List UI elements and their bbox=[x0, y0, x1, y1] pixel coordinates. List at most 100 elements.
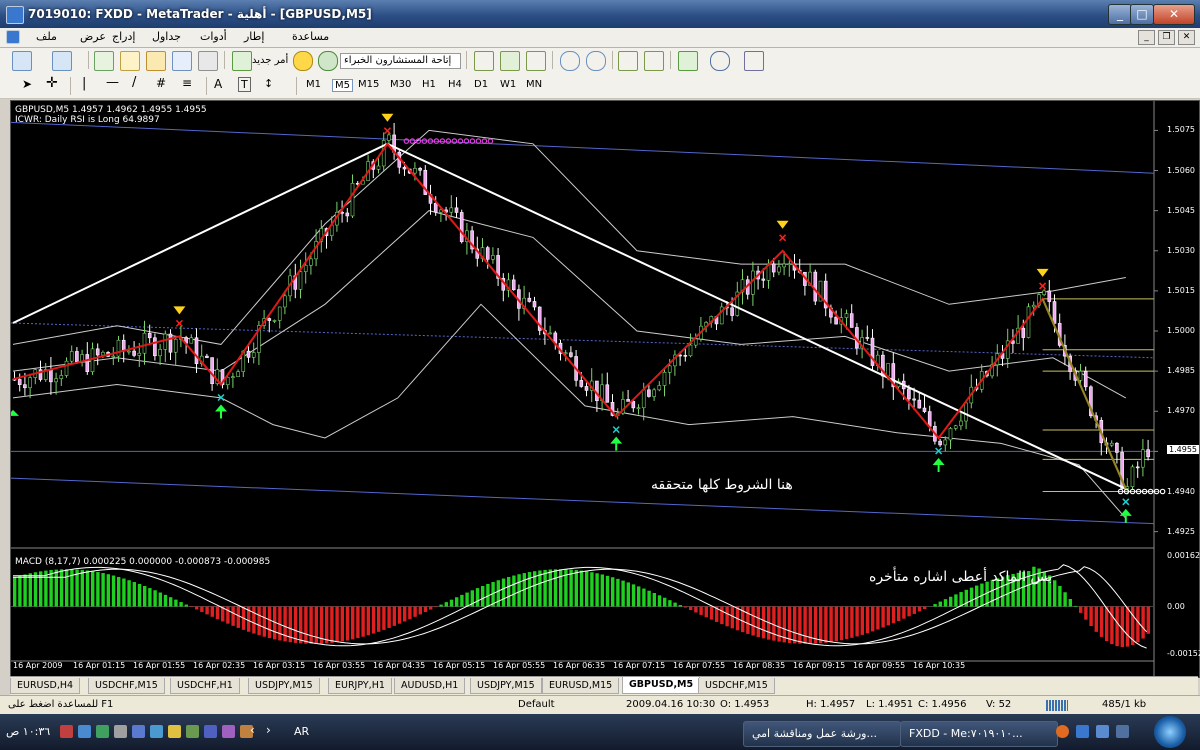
timeframe-h1[interactable]: H1 bbox=[422, 79, 436, 90]
timeframe-w1[interactable]: W1 bbox=[500, 79, 516, 90]
tray-app-icon[interactable] bbox=[78, 725, 91, 738]
candle-body bbox=[1021, 327, 1026, 338]
tray-app-icon[interactable] bbox=[204, 725, 217, 738]
tab-usdchf-m15[interactable]: USDCHF,M15 bbox=[698, 678, 775, 694]
tray-app-icon[interactable] bbox=[186, 725, 199, 738]
auto-scroll-icon[interactable] bbox=[618, 51, 638, 71]
zoom-out-icon[interactable] bbox=[586, 51, 606, 71]
chart-window[interactable]: GBPUSD,M5 1.4957 1.4962 1.4955 1.4955 IC… bbox=[10, 100, 1200, 678]
tab-usdchf-h1[interactable]: USDCHF,H1 bbox=[170, 678, 240, 694]
indicators-icon[interactable] bbox=[678, 51, 698, 71]
quick-launch-icon[interactable] bbox=[1116, 725, 1129, 738]
new-order-icon[interactable] bbox=[232, 51, 252, 71]
menu-item[interactable]: عرض bbox=[80, 30, 106, 43]
timeframe-mn[interactable]: MN bbox=[526, 79, 542, 90]
timeframe-h4[interactable]: H4 bbox=[448, 79, 462, 90]
data-window-icon[interactable] bbox=[120, 51, 140, 71]
tray-app-icon[interactable] bbox=[168, 725, 181, 738]
vertical-line-icon[interactable]: | bbox=[82, 76, 86, 91]
fibonacci-icon[interactable]: ≡ bbox=[182, 76, 192, 90]
price-chart-canvas[interactable] bbox=[11, 101, 1199, 677]
minimize-icon[interactable]: _ bbox=[1108, 4, 1132, 25]
candlestick-chart-icon[interactable] bbox=[500, 51, 520, 71]
trendline-icon[interactable]: / bbox=[132, 75, 136, 90]
tray-app-icon[interactable] bbox=[132, 725, 145, 738]
menu-item[interactable]: إدراج bbox=[112, 30, 135, 43]
tray-app-icon[interactable] bbox=[60, 725, 73, 738]
timeframe-m15[interactable]: M15 bbox=[358, 79, 379, 90]
tab-gbpusd-m5[interactable]: GBPUSD,M5 bbox=[622, 677, 701, 694]
periods-icon[interactable] bbox=[710, 51, 730, 71]
taskbar-browser-button[interactable]: ورشة عمل ومناقشة امي... bbox=[743, 721, 901, 747]
tab-eurusd-h4[interactable]: EURUSD,H4 bbox=[10, 678, 81, 694]
new-chart-icon[interactable] bbox=[12, 51, 32, 71]
templates-icon[interactable] bbox=[744, 51, 764, 71]
timeframe-m5[interactable]: M5 bbox=[332, 79, 353, 92]
zoom-in-icon[interactable] bbox=[560, 51, 580, 71]
menu-item[interactable]: إطار bbox=[244, 30, 264, 43]
tab-usdjpy-m15[interactable]: USDJPY,M15 bbox=[470, 678, 542, 694]
expert-advisors-button[interactable]: إتاحة المستشارون الخبراء bbox=[340, 53, 461, 69]
tab-audusd-h1[interactable]: AUDUSD,H1 bbox=[394, 678, 466, 694]
firefox-icon[interactable] bbox=[1056, 725, 1069, 738]
candle-body bbox=[132, 350, 136, 356]
mdi-restore-icon[interactable]: ❐ bbox=[1158, 30, 1175, 45]
terminal-icon[interactable] bbox=[172, 51, 192, 71]
macd-histogram-bar bbox=[408, 606, 412, 620]
horizontal-line-icon[interactable]: — bbox=[106, 75, 119, 90]
strategy-tester-icon[interactable] bbox=[198, 51, 218, 71]
macd-histogram-bar bbox=[663, 597, 667, 607]
macd-histogram-bar bbox=[148, 588, 152, 607]
macd-histogram-bar bbox=[673, 602, 677, 607]
market-watch-icon[interactable] bbox=[94, 51, 114, 71]
timeframe-m1[interactable]: M1 bbox=[306, 79, 321, 90]
menu-item[interactable]: أدوات bbox=[200, 30, 227, 43]
mdi-minimize-icon[interactable]: _ bbox=[1138, 30, 1155, 45]
experts-icon[interactable] bbox=[318, 51, 338, 71]
bar-chart-icon[interactable] bbox=[474, 51, 494, 71]
metaeditor-icon[interactable] bbox=[293, 51, 313, 71]
show-desktop-icon[interactable] bbox=[1096, 725, 1109, 738]
tab-eurjpy-h1[interactable]: EURJPY,H1 bbox=[328, 678, 392, 694]
tray-app-icon[interactable] bbox=[222, 725, 235, 738]
macd-histogram-bar bbox=[1073, 605, 1078, 607]
windows-taskbar: FXDD - Me:٧٠١٩٠١٠... ورشة عمل ومناقشة ام… bbox=[0, 714, 1200, 750]
ie-icon[interactable] bbox=[1076, 725, 1089, 738]
close-icon[interactable]: ✕ bbox=[1153, 4, 1195, 25]
macd-histogram-bar bbox=[444, 602, 448, 607]
tray-app-icon[interactable] bbox=[150, 725, 163, 738]
navigator-icon[interactable] bbox=[146, 51, 166, 71]
new-order-button[interactable]: أمر جديد bbox=[252, 55, 288, 66]
menu-item[interactable]: مساعدة bbox=[292, 30, 329, 43]
line-chart-icon[interactable] bbox=[526, 51, 546, 71]
timeframe-m30[interactable]: M30 bbox=[390, 79, 411, 90]
taskbar-language[interactable]: AR bbox=[294, 725, 309, 738]
maximize-icon[interactable]: □ bbox=[1130, 4, 1154, 25]
menu-item[interactable]: ملف bbox=[36, 30, 57, 43]
tray-arrow-icon[interactable]: › bbox=[266, 723, 271, 737]
macd-histogram-bar bbox=[954, 594, 958, 607]
tab-eurusd-m15[interactable]: EURUSD,M15 bbox=[542, 678, 620, 694]
tray-arrow-icon[interactable]: ‹ bbox=[250, 723, 255, 737]
cursor-icon[interactable]: ➤ bbox=[22, 77, 32, 91]
arrows-icon[interactable]: ↕ bbox=[264, 77, 273, 90]
start-button-icon[interactable] bbox=[1154, 716, 1186, 748]
timeframe-d1[interactable]: D1 bbox=[474, 79, 488, 90]
mdi-close-icon[interactable]: ✕ bbox=[1178, 30, 1195, 45]
tray-app-icon[interactable] bbox=[96, 725, 109, 738]
crosshair-icon[interactable]: ✛ bbox=[46, 75, 58, 91]
tray-app-icon[interactable] bbox=[114, 725, 127, 738]
chart-shift-icon[interactable] bbox=[644, 51, 664, 71]
text-label-icon[interactable]: T bbox=[238, 77, 251, 92]
text-icon[interactable]: A bbox=[214, 77, 222, 91]
tab-usdchf-m15[interactable]: USDCHF,M15 bbox=[88, 678, 165, 694]
tab-usdjpy-m15[interactable]: USDJPY,M15 bbox=[248, 678, 320, 694]
macd-histogram-bar bbox=[215, 606, 220, 620]
candle-body bbox=[454, 207, 459, 213]
menu-item[interactable]: جداول bbox=[152, 30, 181, 43]
candle-body bbox=[1042, 290, 1046, 295]
channel-icon[interactable]: # bbox=[156, 76, 166, 90]
taskbar-metatrader-button[interactable]: FXDD - Me:٧٠١٩٠١٠... bbox=[900, 721, 1058, 747]
macd-histogram-bar bbox=[174, 599, 178, 607]
profiles-icon[interactable] bbox=[52, 51, 72, 71]
